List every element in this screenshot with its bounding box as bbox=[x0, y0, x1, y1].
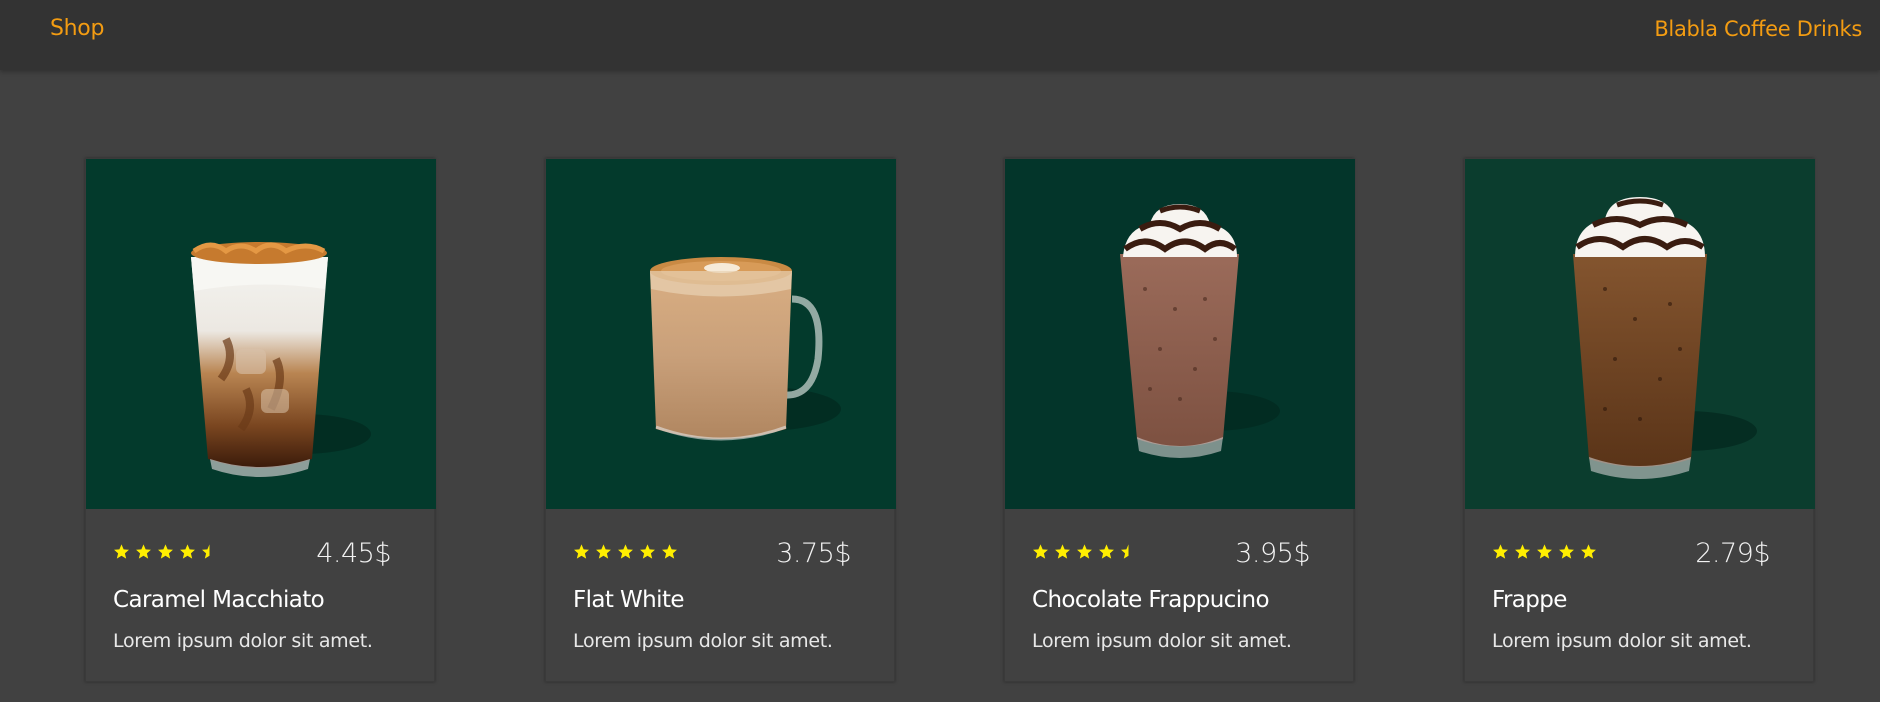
star-icon bbox=[1493, 544, 1508, 559]
star-icon bbox=[114, 544, 129, 559]
product-card-body: 4.45$ Caramel Macchiato Lorem ipsum dolo… bbox=[86, 509, 434, 681]
star-rating bbox=[1032, 543, 1137, 565]
chocolate-frappuccino-icon bbox=[1120, 204, 1280, 458]
product-price: 2.79$ bbox=[1695, 538, 1770, 569]
star-half-icon bbox=[1121, 544, 1136, 559]
frappe-icon bbox=[1573, 197, 1757, 479]
product-image[interactable] bbox=[1005, 159, 1355, 509]
star-icon bbox=[1055, 544, 1070, 559]
star-icon bbox=[596, 544, 611, 559]
star-rating bbox=[573, 543, 678, 565]
product-card[interactable]: 3.95$ Chocolate Frappucino Lorem ipsum d… bbox=[1004, 158, 1355, 682]
star-icon bbox=[158, 544, 173, 559]
star-rating bbox=[113, 543, 218, 565]
iced-caramel-macchiato-icon bbox=[191, 242, 371, 477]
nav-brand-link[interactable]: Blabla Coffee Drinks bbox=[1654, 14, 1862, 44]
star-rating bbox=[1492, 543, 1597, 565]
product-card-body: 3.75$ Flat White Lorem ipsum dolor sit a… bbox=[546, 509, 894, 681]
star-icon bbox=[1537, 544, 1552, 559]
star-icon bbox=[1581, 544, 1596, 559]
product-name[interactable]: Flat White bbox=[573, 584, 685, 616]
star-icon bbox=[1559, 544, 1574, 559]
product-price: 3.75$ bbox=[776, 538, 851, 569]
product-card[interactable]: 2.79$ Frappe Lorem ipsum dolor sit amet. bbox=[1464, 158, 1815, 682]
star-icon bbox=[136, 544, 151, 559]
product-description: Lorem ipsum dolor sit amet. bbox=[573, 630, 833, 652]
product-image[interactable] bbox=[86, 159, 436, 509]
star-half-icon bbox=[202, 544, 217, 559]
navbar: Shop Blabla Coffee Drinks bbox=[0, 0, 1880, 70]
product-card-body: 2.79$ Frappe Lorem ipsum dolor sit amet. bbox=[1465, 509, 1813, 681]
product-card[interactable]: 4.45$ Caramel Macchiato Lorem ipsum dolo… bbox=[85, 158, 436, 682]
star-icon bbox=[662, 544, 677, 559]
star-icon bbox=[1099, 544, 1114, 559]
product-description: Lorem ipsum dolor sit amet. bbox=[113, 630, 373, 652]
star-icon bbox=[618, 544, 633, 559]
star-icon bbox=[640, 544, 655, 559]
product-image[interactable] bbox=[1465, 159, 1815, 509]
nav-shop-link[interactable]: Shop bbox=[50, 14, 104, 44]
star-icon bbox=[1077, 544, 1092, 559]
star-icon bbox=[1515, 544, 1530, 559]
flat-white-mug-icon bbox=[650, 257, 841, 441]
product-price: 4.45$ bbox=[316, 538, 391, 569]
product-description: Lorem ipsum dolor sit amet. bbox=[1492, 630, 1752, 652]
star-icon bbox=[1033, 544, 1048, 559]
star-icon bbox=[574, 544, 589, 559]
product-card[interactable]: 3.75$ Flat White Lorem ipsum dolor sit a… bbox=[545, 158, 896, 682]
product-image[interactable] bbox=[546, 159, 896, 509]
product-description: Lorem ipsum dolor sit amet. bbox=[1032, 630, 1292, 652]
product-name[interactable]: Chocolate Frappucino bbox=[1032, 584, 1270, 616]
product-card-body: 3.95$ Chocolate Frappucino Lorem ipsum d… bbox=[1005, 509, 1353, 681]
product-price: 3.95$ bbox=[1235, 538, 1310, 569]
product-name[interactable]: Frappe bbox=[1492, 584, 1567, 616]
star-icon bbox=[180, 544, 195, 559]
product-name[interactable]: Caramel Macchiato bbox=[113, 584, 325, 616]
